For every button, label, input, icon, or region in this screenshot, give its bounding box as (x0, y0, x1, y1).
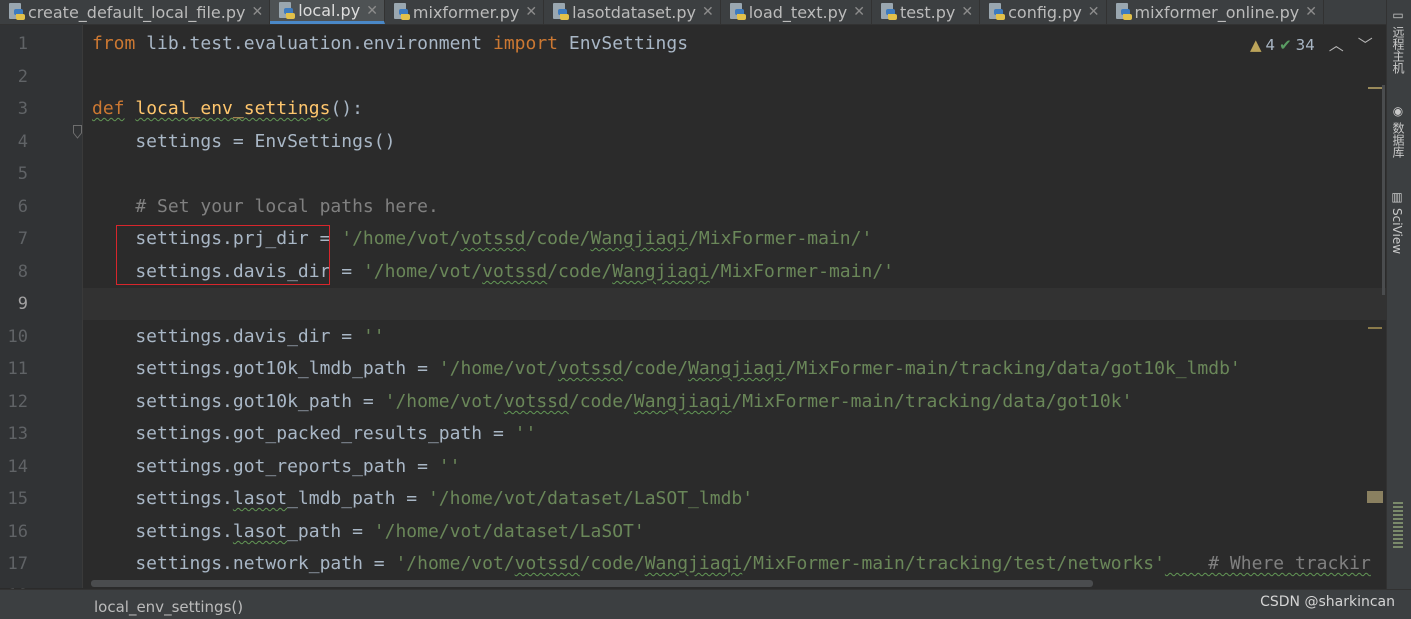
close-icon[interactable]: ✕ (702, 4, 714, 20)
close-icon[interactable]: ✕ (1305, 4, 1317, 20)
python-file-icon (8, 3, 25, 21)
line-number: 1 (17, 34, 28, 54)
highlight-annotation-box (116, 225, 330, 285)
close-icon[interactable]: ✕ (853, 4, 865, 20)
python-file-icon (729, 3, 746, 21)
chevron-up-icon[interactable]: ︿ (1329, 34, 1344, 55)
right-tool-window-bar: ▭远程主机 ◉数据库 ▥SciView (1386, 0, 1411, 590)
line-number: 7 (17, 229, 28, 249)
tab-label: create_default_local_file.py (28, 2, 246, 22)
vertical-scrollbar[interactable] (1382, 85, 1385, 295)
tab-load-text[interactable]: load_text.py ✕ (721, 0, 872, 24)
code-line-16: settings.lasot_path = '/home/vot/dataset… (92, 521, 645, 542)
python-file-icon (988, 3, 1006, 21)
tab-label: config.py (1008, 2, 1082, 22)
tab-create-default-local-file[interactable]: create_default_local_file.py ✕ (0, 0, 271, 24)
line-number-current: 9 (17, 294, 28, 314)
line-number-gutter[interactable]: 1 2 3 4 5 6 7 8 9 10 11 12 13 14 15 16 1… (0, 25, 83, 606)
line-number: 17 (7, 554, 28, 574)
warning-icon: ▲ (1250, 35, 1262, 54)
tab-label: mixformer.py (412, 2, 520, 22)
stripe-marker[interactable] (1368, 87, 1382, 89)
remote-host-icon: ▭ (1391, 8, 1405, 22)
editor-tab-bar: create_default_local_file.py ✕ local.py … (0, 0, 1386, 25)
memory-indicator-icon (1393, 500, 1403, 550)
python-file-icon (552, 3, 570, 21)
tab-label: mixformer_online.py (1134, 2, 1300, 22)
line-number: 14 (7, 457, 28, 477)
line-number: 2 (17, 67, 28, 87)
code-line-4: settings = EnvSettings() (92, 131, 396, 152)
fold-toggle-icon[interactable] (73, 125, 82, 139)
tool-remote-host[interactable]: ▭远程主机 (1390, 8, 1407, 74)
python-file-icon (1115, 3, 1132, 21)
tab-mixformer-online[interactable]: mixformer_online.py ✕ (1107, 0, 1324, 24)
line-number: 16 (7, 522, 28, 542)
ok-count: 34 (1295, 35, 1315, 54)
tool-database[interactable]: ◉数据库 (1390, 104, 1407, 158)
warning-count: 4 (1265, 35, 1276, 54)
tool-sciview[interactable]: ▥SciView (1390, 190, 1404, 254)
tab-label: load_text.py (748, 2, 848, 22)
line-number: 10 (7, 327, 28, 347)
code-line-15: settings.lasot_lmdb_path = '/home/vot/da… (92, 488, 754, 509)
line-number: 13 (7, 424, 28, 444)
tab-config[interactable]: config.py ✕ (980, 0, 1107, 24)
code-line-3: def local_env_settings(): (92, 98, 363, 119)
python-file-icon (880, 3, 897, 21)
tab-label: local.py (298, 1, 361, 20)
code-line-17: settings.network_path = '/home/vot/votss… (92, 553, 1371, 574)
line-number: 11 (7, 359, 28, 379)
line-number: 6 (17, 197, 28, 217)
code-line-10: settings.davis_dir = '' (92, 326, 385, 347)
error-stripe[interactable] (1366, 25, 1386, 588)
line-number: 12 (7, 392, 28, 412)
close-icon[interactable]: ✕ (961, 4, 973, 20)
current-line-highlight (83, 288, 1386, 320)
line-number: 15 (7, 489, 28, 509)
tab-local[interactable]: local.py ✕ (270, 0, 385, 24)
line-number: 3 (17, 99, 28, 119)
tab-test[interactable]: test.py ✕ (872, 0, 981, 24)
tab-mixformer[interactable]: mixformer.py ✕ (385, 0, 545, 24)
close-icon[interactable]: ✕ (366, 3, 378, 19)
python-file-icon (393, 3, 410, 21)
sciview-icon: ▥ (1390, 190, 1404, 204)
breadcrumb[interactable]: local_env_settings() (94, 598, 243, 616)
line-number: 5 (17, 164, 28, 184)
check-icon: ✔ (1279, 35, 1292, 54)
code-line-6: # Set your local paths here. (92, 196, 439, 217)
tab-lasotdataset[interactable]: lasotdataset.py ✕ (544, 0, 721, 24)
tab-label: lasotdataset.py (572, 2, 696, 22)
inspection-widget[interactable]: ▲ 4 ✔ 34 ︿ ﹀ (1250, 34, 1377, 55)
code-line-14: settings.got_reports_path = '' (92, 456, 461, 477)
watermark-text: CSDN @sharkincan (1260, 594, 1395, 610)
close-icon[interactable]: ✕ (525, 4, 537, 20)
breadcrumb-bar: local_env_settings() CSDN @sharkincan (0, 589, 1411, 619)
code-editor[interactable]: from lib.test.evaluation.environment imp… (83, 25, 1386, 588)
horizontal-scrollbar[interactable] (91, 580, 1093, 587)
line-number: 4 (17, 132, 28, 152)
stripe-marker[interactable] (1368, 327, 1382, 329)
close-icon[interactable]: ✕ (1088, 4, 1100, 20)
code-line-11: settings.got10k_lmdb_path = '/home/vot/v… (92, 358, 1241, 379)
python-file-icon (278, 1, 296, 20)
stripe-marker[interactable] (1367, 491, 1383, 503)
database-icon: ◉ (1391, 104, 1405, 118)
code-line-12: settings.got10k_path = '/home/vot/votssd… (92, 391, 1133, 412)
code-line-13: settings.got_packed_results_path = '' (92, 423, 537, 444)
line-number: 8 (17, 262, 28, 282)
close-icon[interactable]: ✕ (251, 4, 263, 20)
tab-label: test.py (899, 2, 956, 22)
code-line-1: from lib.test.evaluation.environment imp… (92, 33, 689, 54)
